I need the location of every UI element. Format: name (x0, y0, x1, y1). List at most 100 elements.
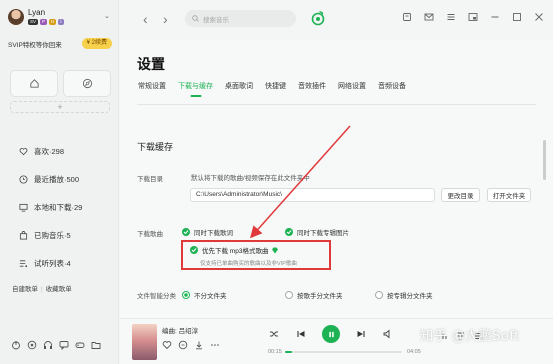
radio-by-album-label: 按专辑分文件夹 (387, 293, 433, 300)
sidebar-item-label: 试听列表·4 (34, 258, 71, 268)
sidebar-item-purchased[interactable]: 已购音乐·5 (19, 221, 82, 249)
tab-general[interactable]: 常规设置 (138, 81, 166, 94)
maximize-icon[interactable] (511, 11, 523, 23)
download-song-label: 下载歌曲 (137, 231, 163, 238)
power-icon[interactable] (10, 339, 22, 351)
download-path-field[interactable]: C:\Users\Administrator\Music\ (190, 188, 435, 202)
mp3-checkbox-label: 优先下载 mp3格式歌曲 (202, 248, 269, 255)
tab-audio-device[interactable]: 音频设备 (378, 81, 406, 94)
progress-bar[interactable] (285, 351, 402, 353)
tab-hotkeys[interactable]: 快捷键 (265, 81, 286, 94)
renew-button[interactable]: ¥ 2续费 (81, 38, 112, 49)
target-icon[interactable] (26, 339, 38, 351)
playlist-tabs: 自建歌单 | 收藏歌单 (12, 286, 72, 293)
heart-icon (19, 147, 28, 156)
pause-button[interactable] (322, 325, 340, 343)
radio-by-album[interactable]: 按专辑分文件夹 (375, 290, 433, 300)
open-folder-button[interactable]: 打开文件夹 (487, 188, 531, 202)
folder-icon[interactable] (90, 339, 102, 351)
headphone-icon[interactable] (42, 339, 54, 351)
cover-checkbox[interactable]: 同时下载专辑图片 (285, 227, 349, 237)
watermark-text: 知乎 @大鹏Soft (420, 329, 520, 344)
mail-icon[interactable] (423, 11, 435, 23)
home-button[interactable] (10, 70, 58, 97)
playback-controls (268, 325, 394, 343)
menu-icon[interactable] (445, 11, 457, 23)
tab-desktop-lyrics[interactable]: 桌面歌词 (225, 81, 253, 94)
clock-icon (19, 174, 28, 184)
vip-banner[interactable]: SVIP特权等你回来 ¥ 2续费 (8, 37, 112, 50)
total-time: 04:05 (407, 349, 421, 355)
more-icon[interactable] (210, 340, 220, 350)
shuffle-icon[interactable] (268, 328, 280, 340)
compass-icon (82, 78, 92, 89)
window-controls (401, 11, 545, 23)
hq-badge: H (49, 19, 57, 25)
level-badge: P (40, 19, 48, 25)
user-profile[interactable]: Lyan SV P H Ⅰ (8, 8, 64, 25)
minimize-icon[interactable] (489, 11, 501, 23)
page-title: 设置 (137, 56, 165, 72)
smart-sort-label: 文件智能分类 (137, 293, 176, 300)
radio-by-singer[interactable]: 按歌手分文件夹 (285, 290, 343, 300)
radio-icon (182, 291, 190, 299)
vip-text: SVIP特权等你回来 (8, 41, 62, 49)
close-icon[interactable] (533, 11, 545, 23)
forward-arrow-icon[interactable]: › (163, 11, 168, 27)
cover-checkbox-label: 同时下载专辑图片 (297, 230, 349, 237)
music-recognize-icon[interactable] (310, 10, 326, 26)
progress-fill (285, 351, 293, 353)
section-title: 下载缓存 (137, 142, 174, 152)
tab-download-cache[interactable]: 下载与缓存 (178, 81, 213, 94)
back-arrow-icon[interactable]: ‹ (143, 11, 148, 27)
settings-tabs: 常规设置 下载与缓存 桌面歌词 快捷键 音效插件 网络设置 音频设备 (138, 81, 406, 94)
pause-icon (328, 331, 334, 337)
change-dir-button[interactable]: 更改目录 (441, 188, 480, 202)
topbar: ‹ › 搜索音乐 (120, 0, 553, 40)
tab-created-playlists[interactable]: 自建歌单 (12, 286, 38, 293)
sidebar-item-label: 已购音乐·5 (34, 230, 71, 240)
volume-icon[interactable] (382, 328, 394, 340)
sidebar: Lyan SV P H Ⅰ ⌄ SVIP特权等你回来 ¥ 2续费 + 喜欢·29… (0, 0, 119, 364)
sidebar-item-recent[interactable]: 最近播放·500 (19, 165, 82, 193)
tab-sound-plugins[interactable]: 音效插件 (298, 81, 326, 94)
sidebar-tools (10, 339, 102, 351)
search-input[interactable]: 搜索音乐 (185, 10, 296, 27)
sidebar-item-liked[interactable]: 喜欢·298 (19, 137, 82, 165)
mp3-note: 仅支持已单曲购买的歌曲以及非VIP歌曲 (200, 261, 297, 267)
previous-icon[interactable] (295, 328, 307, 340)
sidebar-item-trial[interactable]: 试听列表·4 (19, 249, 82, 277)
skin-icon[interactable] (401, 11, 413, 23)
album-cover[interactable] (132, 324, 157, 360)
lyrics-checkbox[interactable]: 同时下载歌词 (182, 227, 233, 237)
song-info[interactable]: 编曲: 吕绍淳 (162, 325, 198, 335)
chevron-down-icon[interactable]: ⌄ (104, 12, 110, 20)
sidebar-item-local[interactable]: 本地和下载·29 (19, 193, 82, 221)
next-icon[interactable] (355, 328, 367, 340)
tab-collected-playlists[interactable]: 收藏歌单 (46, 286, 72, 293)
explore-button[interactable] (63, 70, 111, 97)
gamepad-icon[interactable] (74, 339, 86, 351)
rank-badge: Ⅰ (58, 19, 64, 25)
avatar[interactable] (8, 8, 24, 25)
tab-network[interactable]: 网络设置 (338, 81, 366, 94)
svip-badge: SV (28, 19, 39, 25)
scrollbar[interactable] (543, 140, 546, 180)
miniplayer-icon[interactable] (467, 11, 479, 23)
sidebar-item-label: 本地和下载·29 (34, 202, 83, 212)
sidebar-list: 喜欢·298 最近播放·500 本地和下载·29 已购音乐·5 试听列表·4 (19, 137, 82, 277)
download-icon[interactable] (194, 340, 204, 350)
list-icon (19, 259, 28, 268)
mp3-checkbox[interactable]: 优先下载 mp3格式歌曲 (190, 245, 279, 255)
check-icon (182, 228, 190, 236)
chat-icon[interactable] (58, 339, 70, 351)
lyrics-checkbox-label: 同时下载歌词 (194, 230, 233, 237)
check-icon (190, 246, 198, 254)
heart-icon[interactable] (162, 340, 172, 350)
comment-icon[interactable] (178, 340, 188, 350)
download-dir-label: 下载目录 (137, 176, 163, 183)
add-shortcut-button[interactable]: + (10, 101, 110, 113)
song-actions (162, 340, 220, 350)
radio-no-folder[interactable]: 不分文件夹 (182, 290, 227, 300)
user-badges: SV P H Ⅰ (28, 19, 64, 25)
